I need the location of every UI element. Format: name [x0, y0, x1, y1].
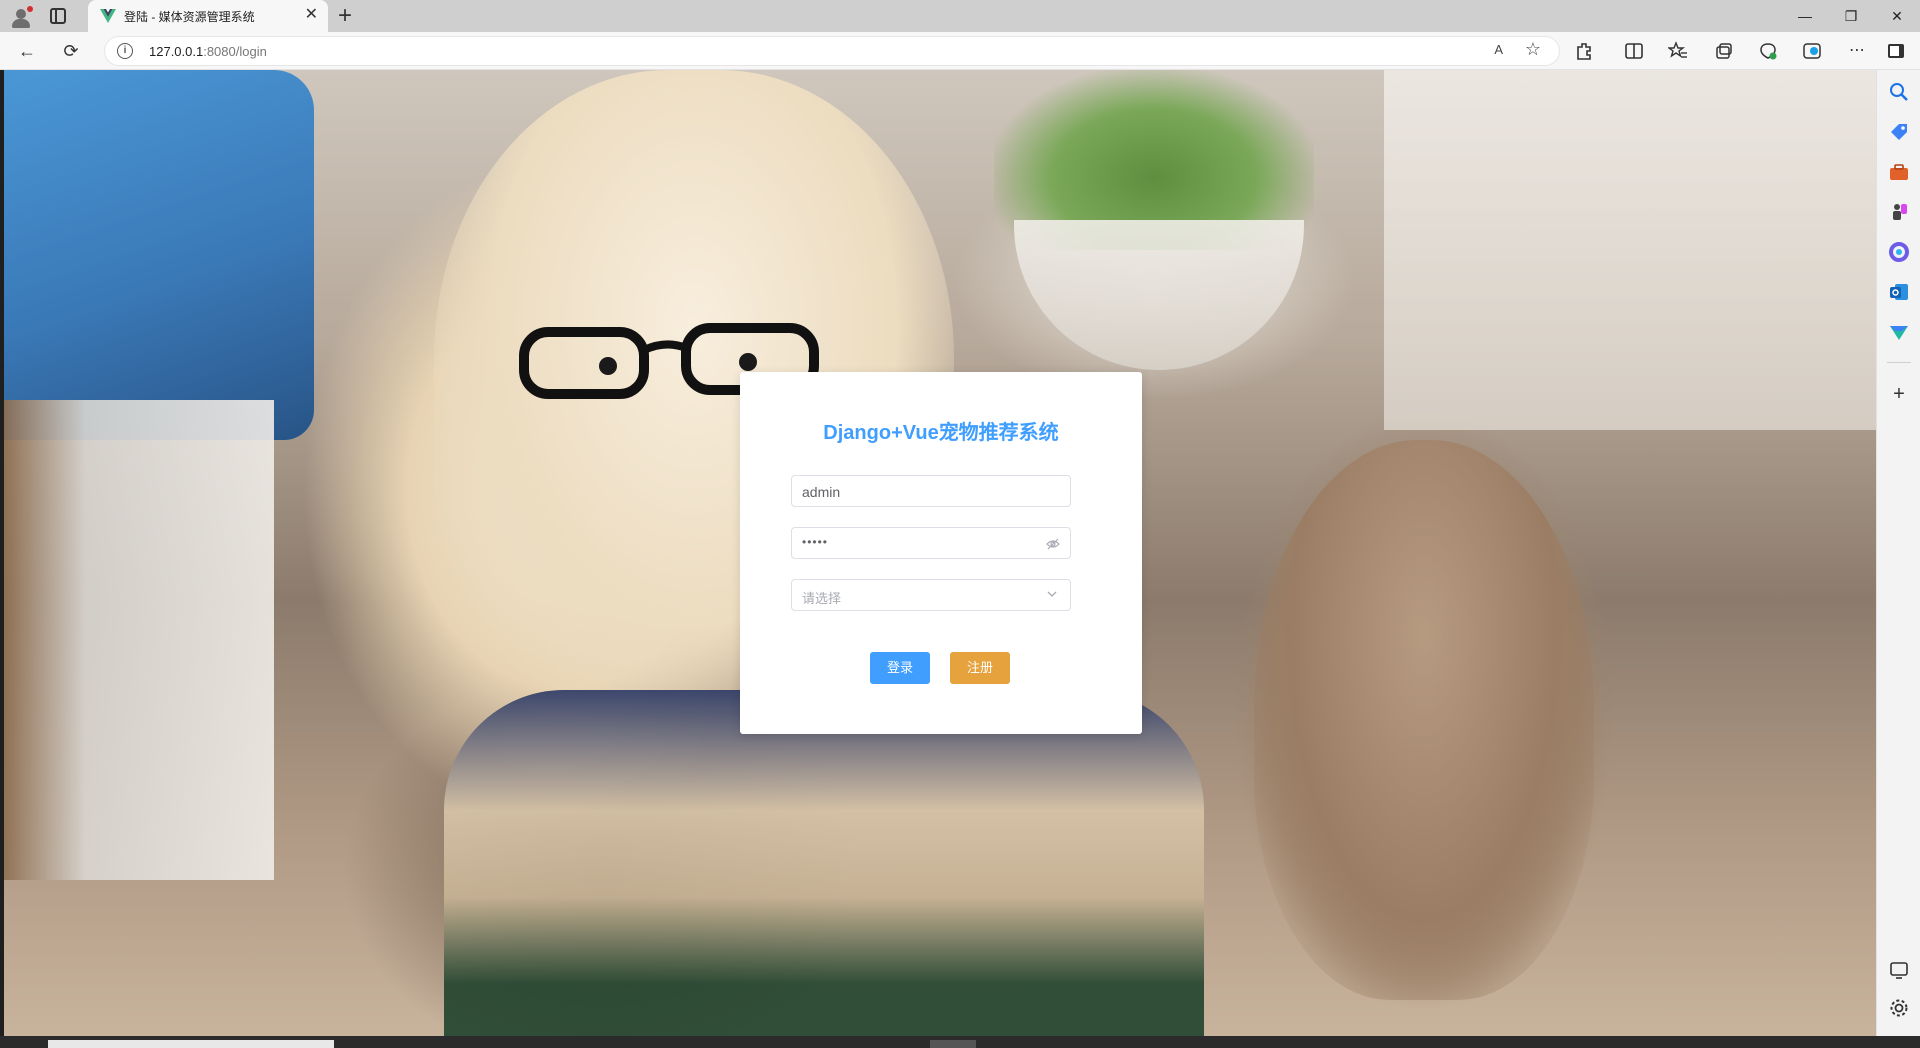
- more-icon[interactable]: ⋯: [1844, 38, 1870, 64]
- login-page-background: Django+Vue宠物推荐系统 admin ••••• 请选择 登录 注册: [4, 70, 1876, 1036]
- background-sweater-photo-region: [444, 690, 1204, 1036]
- vue-logo-icon: [100, 9, 116, 23]
- taskbar-strip: [0, 1036, 1920, 1048]
- profile-avatar-icon[interactable]: [10, 6, 33, 28]
- register-button[interactable]: 注册: [950, 652, 1010, 684]
- new-tab-button[interactable]: +: [338, 3, 352, 29]
- url-text[interactable]: 127.0.0.1:8080/login: [149, 44, 267, 59]
- screenshot-icon[interactable]: [1887, 958, 1911, 982]
- refresh-button[interactable]: ⟳: [58, 38, 84, 64]
- microsoft365-icon[interactable]: [1887, 240, 1911, 264]
- background-cat-photo-region: [1254, 440, 1594, 1000]
- login-title: Django+Vue宠物推荐系统: [823, 422, 1059, 444]
- tab-actions-icon[interactable]: [50, 8, 66, 24]
- tools-icon[interactable]: [1887, 160, 1911, 184]
- username-value: admin: [802, 484, 841, 500]
- browser-tab-bar: 登陆 - 媒体资源管理系统 ✕ + — ❐ ✕: [0, 0, 1920, 32]
- login-button[interactable]: 登录: [870, 652, 930, 684]
- split-screen-icon[interactable]: [1624, 41, 1644, 61]
- favorite-star-icon[interactable]: ☆: [1525, 39, 1541, 60]
- password-visibility-icon[interactable]: [1046, 537, 1060, 551]
- chevron-down-icon: [1047, 591, 1057, 597]
- password-input[interactable]: •••••: [791, 527, 1071, 559]
- restore-button[interactable]: ❐: [1828, 0, 1874, 32]
- minimize-button[interactable]: —: [1782, 0, 1828, 32]
- add-icon[interactable]: +: [1887, 382, 1911, 406]
- sidebar-divider: [1887, 362, 1911, 363]
- shopping-icon[interactable]: [1887, 120, 1911, 144]
- sidebar-toggle-icon[interactable]: [1886, 41, 1906, 61]
- browser-toolbar: ← ⟳ i 127.0.0.1:8080/login A ☆ ⋯: [0, 32, 1920, 70]
- copilot-icon[interactable]: [1802, 41, 1822, 61]
- drop-icon[interactable]: [1887, 320, 1911, 344]
- background-blue-cushion-photo-region: [4, 70, 314, 440]
- favorites-icon[interactable]: [1668, 41, 1688, 61]
- window-close-button[interactable]: ✕: [1874, 0, 1920, 32]
- login-form-card: Django+Vue宠物推荐系统 admin ••••• 请选择: [740, 372, 1142, 734]
- site-info-icon[interactable]: i: [117, 43, 133, 59]
- read-aloud-icon[interactable]: A: [1494, 42, 1503, 57]
- background-shelf-photo-region: [4, 400, 274, 880]
- extensions-icon[interactable]: [1574, 41, 1594, 61]
- browser-tab-active[interactable]: 登陆 - 媒体资源管理系统 ✕: [88, 0, 328, 32]
- taskbar-item[interactable]: [48, 1040, 334, 1048]
- tab-title: 登陆 - 媒体资源管理系统: [124, 10, 255, 24]
- password-mask: •••••: [802, 535, 829, 549]
- back-button[interactable]: ←: [14, 38, 40, 64]
- username-input[interactable]: admin: [791, 475, 1071, 507]
- collections-icon[interactable]: [1714, 41, 1734, 61]
- search-icon[interactable]: [1887, 80, 1911, 104]
- settings-icon[interactable]: [1887, 996, 1911, 1020]
- browser-sidebar: +: [1876, 70, 1920, 1036]
- role-select-placeholder: 请选择: [802, 591, 842, 606]
- background-window-photo-region: [1384, 70, 1876, 430]
- browser-essentials-icon[interactable]: [1758, 41, 1778, 61]
- games-icon[interactable]: [1887, 200, 1911, 224]
- background-planter-photo-region: [1014, 220, 1304, 370]
- outlook-icon[interactable]: [1887, 280, 1911, 304]
- tab-close-icon[interactable]: ✕: [305, 7, 318, 23]
- role-select[interactable]: 请选择: [791, 579, 1071, 611]
- address-bar[interactable]: i 127.0.0.1:8080/login A ☆: [104, 36, 1560, 66]
- taskbar-item[interactable]: [930, 1040, 976, 1048]
